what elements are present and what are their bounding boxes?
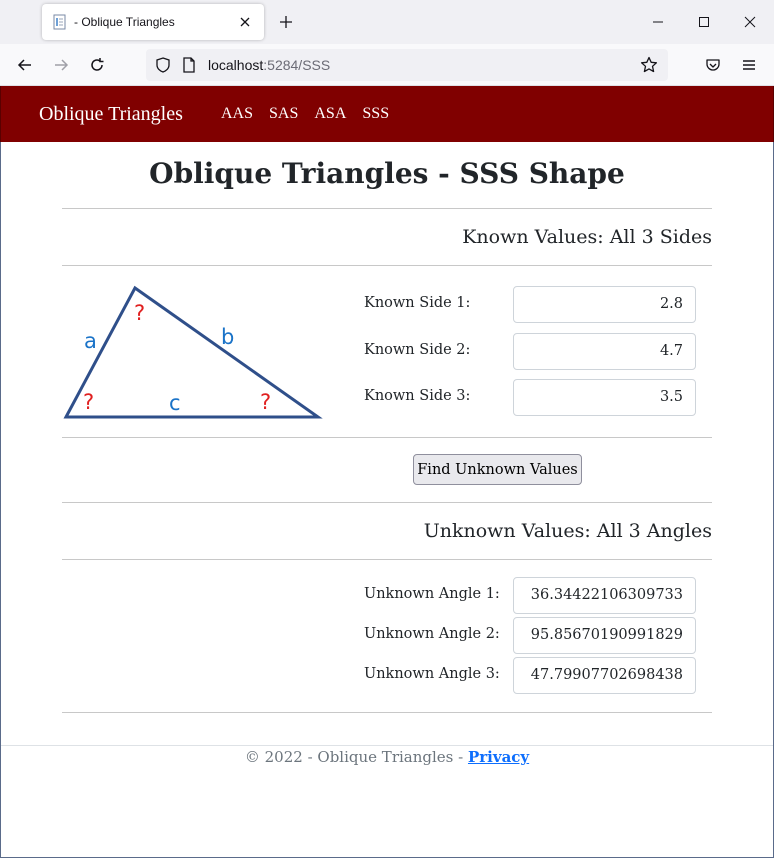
shield-icon[interactable] — [152, 54, 174, 76]
page-title: Oblique Triangles - SSS Shape — [149, 157, 625, 190]
site-brand-link[interactable]: Oblique Triangles — [39, 86, 183, 142]
new-tab-icon[interactable] — [276, 12, 296, 32]
footer: © 2022 - Oblique Triangles - Privacy — [0, 748, 774, 766]
find-unknown-values-button[interactable]: Find Unknown Values — [413, 454, 582, 485]
known-values-heading: Known Values: All 3 Sides — [462, 226, 712, 248]
site-header: Oblique Triangles AAS SAS ASA SSS — [0, 86, 774, 142]
minimize-icon[interactable] — [648, 12, 668, 32]
browser-nav-bar: localhost:5284/SSS — [0, 44, 774, 86]
divider — [62, 559, 712, 560]
close-tab-icon[interactable] — [236, 13, 254, 31]
divider — [62, 265, 712, 266]
side-a-label: a — [84, 329, 97, 353]
divider — [62, 437, 712, 438]
pocket-icon[interactable] — [702, 54, 724, 76]
browser-tab[interactable]: - Oblique Triangles — [42, 4, 264, 40]
back-icon[interactable] — [14, 54, 36, 76]
page-info-icon[interactable] — [178, 54, 200, 76]
tab-title: - Oblique Triangles — [74, 15, 175, 29]
maximize-icon[interactable] — [694, 12, 714, 32]
triangle-diagram: a b c ? ? ? — [63, 285, 323, 419]
unknown-angle-1-label: Unknown Angle 1: — [364, 586, 500, 602]
site-nav: AAS SAS ASA SSS — [221, 86, 405, 142]
nav-link-asa[interactable]: ASA — [314, 86, 346, 142]
address-bar[interactable]: localhost:5284/SSS — [146, 49, 668, 81]
unknown-angle-2-output[interactable]: 95.85670190991829 — [513, 617, 696, 654]
close-window-icon[interactable] — [740, 12, 760, 32]
reload-icon[interactable] — [86, 54, 108, 76]
triangle-shape — [63, 285, 323, 419]
nav-link-sas[interactable]: SAS — [269, 86, 298, 142]
unknown-angle-3-output[interactable]: 47.79907702698438 — [513, 657, 696, 694]
unknown-angle-right-mark: ? — [260, 390, 271, 414]
privacy-link[interactable]: Privacy — [468, 748, 529, 766]
unknown-angle-2-label: Unknown Angle 2: — [364, 626, 500, 642]
divider — [62, 712, 712, 713]
divider — [62, 208, 712, 209]
unknown-angle-1-output[interactable]: 36.34422106309733 — [513, 577, 696, 614]
url-text: localhost:5284/SSS — [208, 57, 331, 73]
forward-icon[interactable] — [50, 54, 72, 76]
side-b-label: b — [221, 325, 234, 349]
menu-icon[interactable] — [738, 54, 760, 76]
unknown-angle-top-mark: ? — [134, 301, 145, 325]
unknown-angle-left-mark: ? — [83, 390, 94, 414]
known-side-1-label: Known Side 1: — [364, 295, 471, 311]
footer-text: © 2022 - Oblique Triangles - — [244, 748, 468, 766]
side-c-label: c — [169, 391, 181, 415]
page-icon — [52, 14, 68, 30]
bookmark-star-icon[interactable] — [638, 54, 660, 76]
known-side-2-label: Known Side 2: — [364, 342, 471, 358]
known-side-3-label: Known Side 3: — [364, 388, 471, 404]
browser-tab-bar: - Oblique Triangles — [0, 0, 774, 44]
nav-link-sss[interactable]: SSS — [362, 86, 389, 142]
known-side-1-input[interactable]: 2.8 — [513, 286, 696, 323]
nav-link-aas[interactable]: AAS — [221, 86, 253, 142]
known-side-2-input[interactable]: 4.7 — [513, 333, 696, 370]
unknown-values-heading: Unknown Values: All 3 Angles — [423, 520, 712, 542]
divider — [62, 502, 712, 503]
known-side-3-input[interactable]: 3.5 — [513, 379, 696, 416]
footer-divider — [1, 745, 773, 746]
unknown-angle-3-label: Unknown Angle 3: — [364, 666, 500, 682]
